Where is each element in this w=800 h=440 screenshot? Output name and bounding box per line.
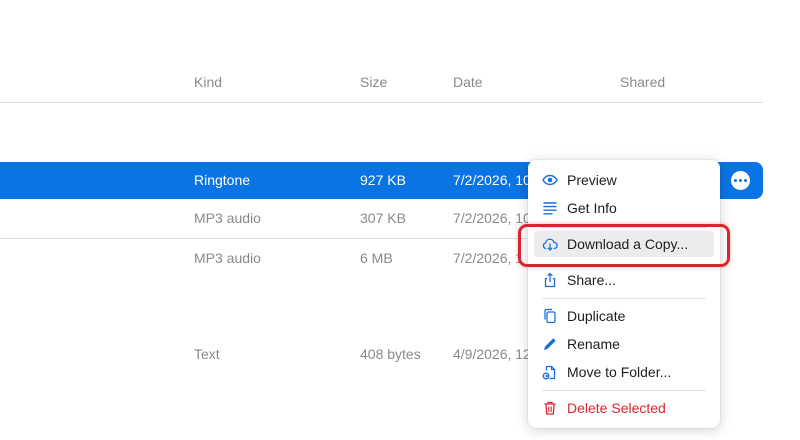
menu-item-label: Delete Selected xyxy=(567,400,666,416)
menu-item-label: Preview xyxy=(567,172,617,188)
menu-item-label: Get Info xyxy=(567,200,617,216)
more-options-button[interactable] xyxy=(731,171,750,190)
menu-item-move-to-folder[interactable]: Move to Folder... xyxy=(534,359,714,385)
row-kind: Ringtone xyxy=(194,172,251,188)
row-size: 307 KB xyxy=(360,210,406,226)
info-lines-icon xyxy=(542,200,558,216)
menu-item-label: Share... xyxy=(567,272,617,288)
menu-item-download-copy[interactable]: Download a Copy... xyxy=(534,231,714,257)
share-icon xyxy=(542,272,558,288)
menu-item-label: Move to Folder... xyxy=(567,364,672,380)
row-size: 408 bytes xyxy=(360,346,421,362)
menu-item-label: Rename xyxy=(567,336,620,352)
row-date: 7/2/2026, 1 xyxy=(453,250,524,266)
pencil-icon xyxy=(542,336,558,352)
row-size: 6 MB xyxy=(360,250,393,266)
row-size: 927 KB xyxy=(360,172,406,188)
trash-icon xyxy=(542,400,558,416)
move-to-folder-icon xyxy=(542,364,558,380)
menu-separator xyxy=(542,390,706,391)
menu-item-duplicate[interactable]: Duplicate xyxy=(534,303,714,329)
row-kind: MP3 audio xyxy=(194,210,261,226)
header-divider xyxy=(0,102,763,103)
column-header-shared[interactable]: Shared xyxy=(620,74,665,90)
context-menu: Preview Get Info Download a Copy... Shar… xyxy=(528,160,720,428)
menu-item-preview[interactable]: Preview xyxy=(534,167,714,193)
menu-item-share[interactable]: Share... xyxy=(534,267,714,293)
row-kind: MP3 audio xyxy=(194,250,261,266)
menu-item-label: Duplicate xyxy=(567,308,626,324)
menu-item-label: Download a Copy... xyxy=(567,236,689,252)
menu-separator xyxy=(542,298,706,299)
column-header-size[interactable]: Size xyxy=(360,74,387,90)
duplicate-icon xyxy=(542,308,558,324)
menu-separator xyxy=(542,227,706,228)
row-divider xyxy=(0,238,527,239)
menu-item-rename[interactable]: Rename xyxy=(534,331,714,357)
row-date: 7/2/2026, 10 xyxy=(453,210,531,226)
column-header-kind[interactable]: Kind xyxy=(194,74,222,90)
row-date: 7/2/2026, 10 xyxy=(453,172,531,188)
eye-icon xyxy=(542,172,558,188)
ellipsis-dot xyxy=(739,179,742,182)
ellipsis-dot xyxy=(744,179,747,182)
ellipsis-icon xyxy=(734,179,737,182)
row-kind: Text xyxy=(194,346,220,362)
row-date: 4/9/2026, 12 xyxy=(453,346,531,362)
menu-item-get-info[interactable]: Get Info xyxy=(534,195,714,221)
menu-item-delete-selected[interactable]: Delete Selected xyxy=(534,395,714,421)
column-header-date[interactable]: Date xyxy=(453,74,483,90)
cloud-download-icon xyxy=(542,236,558,252)
